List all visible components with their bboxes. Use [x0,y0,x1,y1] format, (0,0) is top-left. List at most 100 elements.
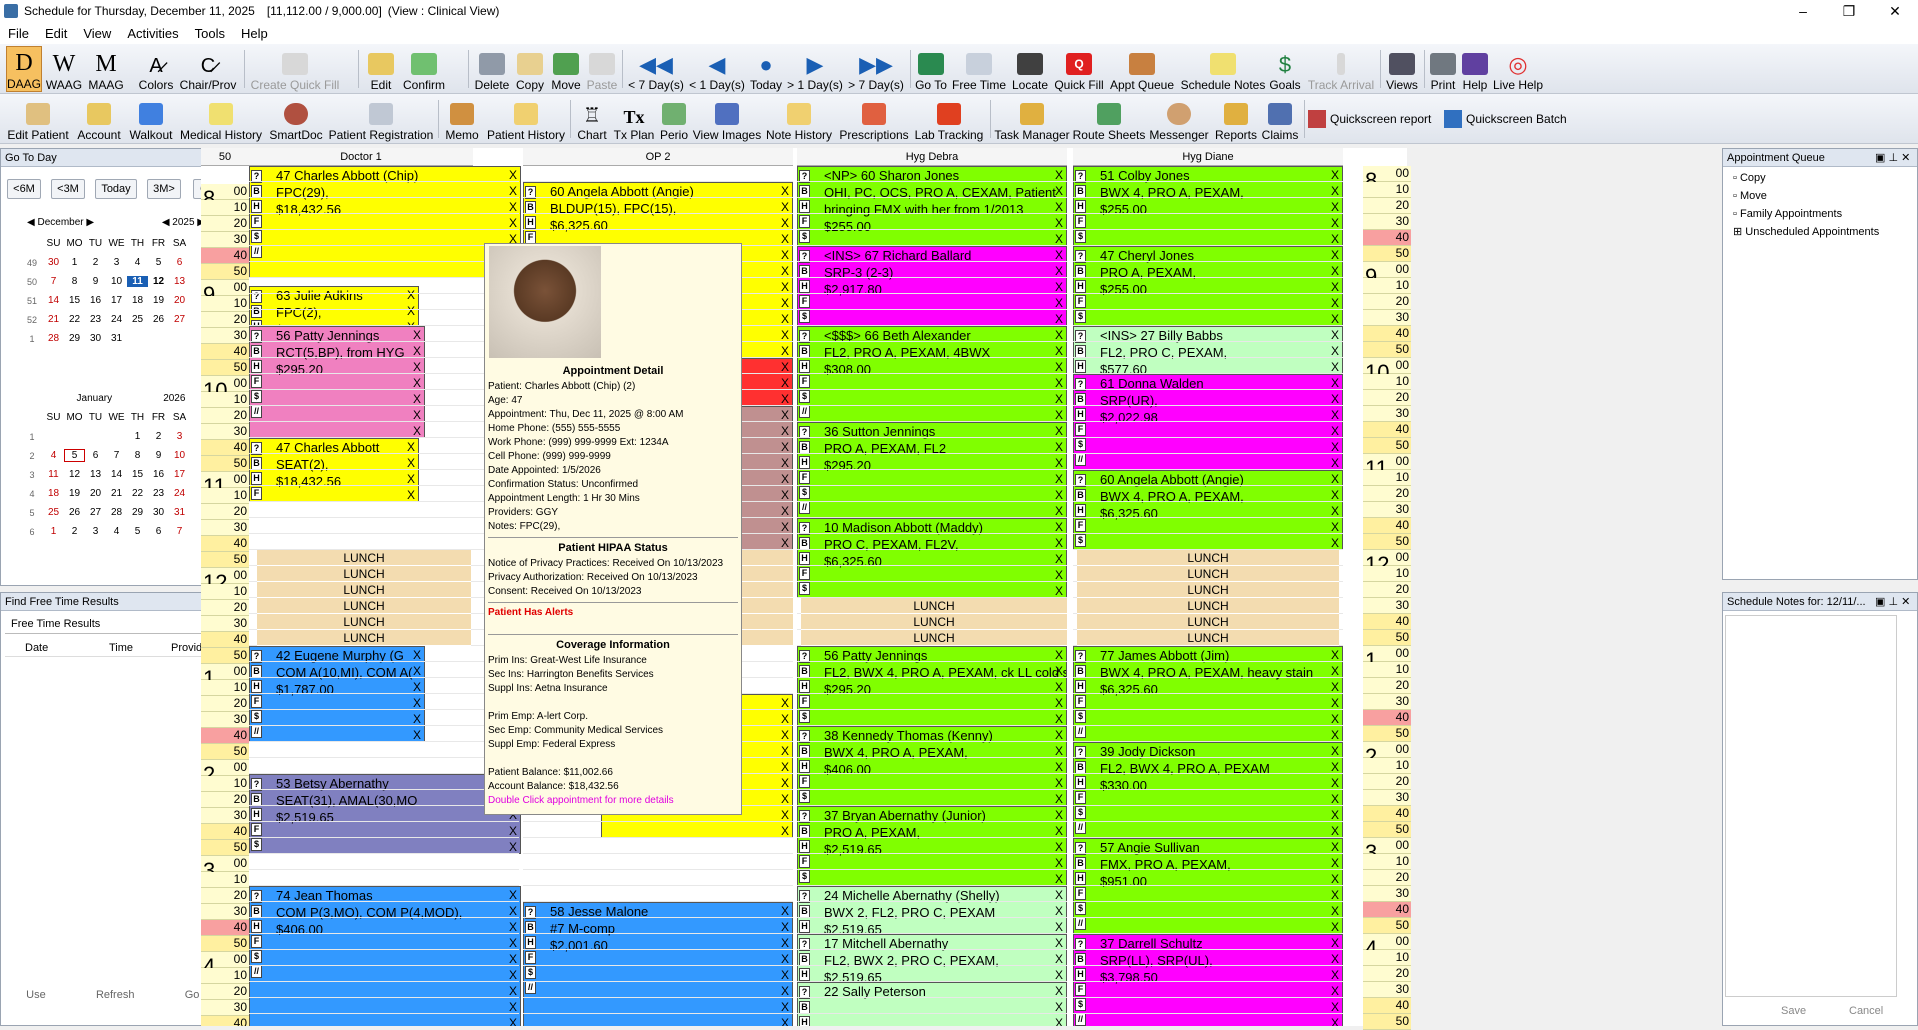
queue-item-unscheduled[interactable]: ⊞ Unscheduled Appointments [1733,223,1907,241]
appointment-d1d[interactable]: ? B H F 47 Charles Abbott SEAT(2), $18,432.56 X… [249,438,419,502]
maag-button[interactable]: M MAAG [88,46,124,92]
quickscreen-report-button[interactable]: Quickscreen report [1308,108,1431,130]
cancel-button[interactable]: Cancel [1849,1005,1883,1017]
appointment-d1b[interactable]: ?BH63 Julie AdkinsFPC(2),$334.85XXX [249,286,419,326]
appointment-hd7[interactable]: ? B H F $38 Kennedy Thomas (Kenny) BWX 4, PRO… [797,726,1067,806]
menu-tools[interactable]: Tools [187,26,233,41]
use-button[interactable]: Use [26,989,46,1001]
move-button[interactable]: Move [550,46,582,92]
lunch-slot[interactable]: LUNCH [1077,550,1339,566]
lunch-slot[interactable]: LUNCH [1077,582,1339,598]
appointment-op2e[interactable]: ? B H F $//58 Jesse Malone #7 M-comp $2,001.60… [523,902,793,1026]
smartdoc-button[interactable]: SmartDoc [268,96,324,142]
daag-button[interactable]: D DAAG [6,46,42,92]
lunch-slot[interactable]: LUNCH [1077,598,1339,614]
lunch-slot[interactable]: LUNCH [257,614,471,630]
help-button[interactable]: Help [1460,46,1490,92]
schedule-notes-button[interactable]: Schedule Notes [1180,46,1266,92]
appointment-d1f[interactable]: ? B H F $53 Betsy Abernathy SEAT(31), AMAL(30… [249,774,521,854]
free-time-button[interactable]: Free Time [952,46,1006,92]
patient-registration-button[interactable]: Patient Registration [328,96,434,142]
menu-activities[interactable]: Activities [119,26,186,41]
panel-controls-icon[interactable]: ▣ ⊥ ✕ [1875,149,1910,167]
chart-button[interactable]: ♖ Chart [574,96,610,142]
medical-history-button[interactable]: Medical History [178,96,264,142]
paste-button[interactable]: Paste [586,46,618,92]
appt-queue-button[interactable]: Appt Queue [1108,46,1176,92]
patient-history-button[interactable]: Patient History [486,96,566,142]
account-button[interactable]: Account [76,96,122,142]
track-arrival-button[interactable]: Track Arrival [1306,46,1376,92]
menu-file[interactable]: File [0,26,37,41]
back-3-months-button[interactable]: <3M [51,179,85,199]
appointment-hd6[interactable]: ? B H F $56 Patty Jennings FL2, BWX 4, PRO A,… [797,646,1067,726]
today-button[interactable]: ● Today [748,46,784,92]
appointment-hd2[interactable]: ? B H F $ <INS> 67 Richard Ballard SRP-3 (2-3)… [797,246,1067,326]
route-sheets-button[interactable]: Route Sheets [1073,96,1145,142]
minimize-icon[interactable]: – [1780,0,1826,22]
edit-button[interactable]: Edit [366,46,396,92]
task-manager-button[interactable]: Task Manager [994,96,1070,142]
appointment-hd1[interactable]: ? B H F $ <NP> 60 Sharon Jones OHI, PC, OCS, P… [797,166,1067,246]
reports-button[interactable]: Reports [1214,96,1258,142]
views-button[interactable]: Views [1384,46,1420,92]
colors-button[interactable]: A̷ Colors [138,46,174,92]
walkout-button[interactable]: Walkout [128,96,174,142]
menu-help[interactable]: Help [233,26,276,41]
lunch-slot[interactable]: LUNCH [257,582,471,598]
lunch-slot[interactable]: LUNCH [801,614,1067,630]
copy-button[interactable]: Copy [514,46,546,92]
locate-button[interactable]: Locate [1010,46,1050,92]
print-button[interactable]: Print [1428,46,1458,92]
chair-prov-button[interactable]: C̷ Chair/Prov [180,46,237,92]
save-button[interactable]: Save [1781,1005,1806,1017]
tx-plan-button[interactable]: Tx Tx Plan [612,96,656,142]
maximize-icon[interactable]: ❐ [1826,0,1872,22]
close-icon[interactable]: ✕ [1872,0,1918,22]
next-month-icon[interactable]: ▶ [84,217,94,228]
messenger-button[interactable]: Messenger [1148,96,1210,142]
appointment-hd8[interactable]: ? B H F $37 Bryan Abernathy (Junior) PRO A, P… [797,806,1067,886]
prescriptions-button[interactable]: Prescriptions [838,96,910,142]
go-to-button[interactable]: Go To [914,46,948,92]
prev-year-icon[interactable]: ◀ [162,217,172,228]
lunch-slot[interactable]: LUNCH [1077,566,1339,582]
prev-month-icon[interactable]: ◀ [27,217,37,228]
back-1-day-button[interactable]: ◀ < 1 Day(s) [688,46,746,92]
forward-1-day-button[interactable]: ▶ > 1 Day(s) [786,46,844,92]
waag-button[interactable]: W WAAG [46,46,82,92]
panel-controls-icon[interactable]: ▣ ⊥ ✕ [1875,593,1910,611]
lunch-slot[interactable]: LUNCH [257,598,471,614]
quickscreen-batch-button[interactable]: Quickscreen Batch [1444,108,1567,130]
create-quick-fill-button[interactable]: Create Quick Fill [250,46,340,92]
lunch-slot[interactable]: LUNCH [1077,614,1339,630]
lunch-slot[interactable]: LUNCH [257,630,471,646]
appointment-hn1[interactable]: ? B H F $51 Colby Jones BWX 4, PRO A, PEXAM, $… [1073,166,1343,246]
quick-fill-button[interactable]: Q Quick Fill [1054,46,1104,92]
queue-item-move[interactable]: ▫ Move [1733,187,1907,205]
queue-item-family[interactable]: ▫ Family Appointments [1733,205,1907,223]
appointment-hn5[interactable]: ? B H F $60 Angela Abbott (Angie) BWX 4, PRO … [1073,470,1343,550]
menu-edit[interactable]: Edit [37,26,75,41]
appointment-hd9[interactable]: ? B H 24 Michelle Abernathy (Shelly) BWX 2, … [797,886,1067,934]
appointment-hn2[interactable]: ? B H F $47 Cheryl Jones PRO A, PEXAM, $255.00… [1073,246,1343,326]
claims-button[interactable]: Claims [1260,96,1300,142]
today-nav-button[interactable]: Today [95,179,137,199]
back-6-months-button[interactable]: <6M [7,179,41,199]
appointment-d1g[interactable]: ? B H F $//74 Jean Thomas COM P(3,MO), COM P(… [249,886,521,1026]
notes-textarea[interactable] [1725,615,1897,997]
appointment-hd11[interactable]: ? B H 22 Sally Peterson X X X [797,982,1067,1026]
appointment-hn3[interactable]: ? B H <INS> 27 Billy Babbs FL2, PRO C, PEXAM… [1073,326,1343,374]
lunch-slot[interactable]: LUNCH [1077,630,1339,646]
live-help-button[interactable]: ◎ Live Help [1492,46,1544,92]
back-7-days-button[interactable]: ◀◀ < 7 Day(s) [626,46,686,92]
forward-7-days-button[interactable]: ▶▶ > 7 Day(s) [846,46,906,92]
lab-tracking-button[interactable]: Lab Tracking [914,96,984,142]
selected-day[interactable]: 11 [127,276,148,287]
confirm-button[interactable]: Confirm [400,46,448,92]
menu-view[interactable]: View [75,26,119,41]
view-images-button[interactable]: View Images [692,96,762,142]
goals-button[interactable]: $ Goals [1268,46,1302,92]
appointment-hd5[interactable]: ? B H F $10 Madison Abbott (Maddy) PRO C, PEX… [797,518,1067,598]
refresh-button[interactable]: Refresh [96,989,135,1001]
